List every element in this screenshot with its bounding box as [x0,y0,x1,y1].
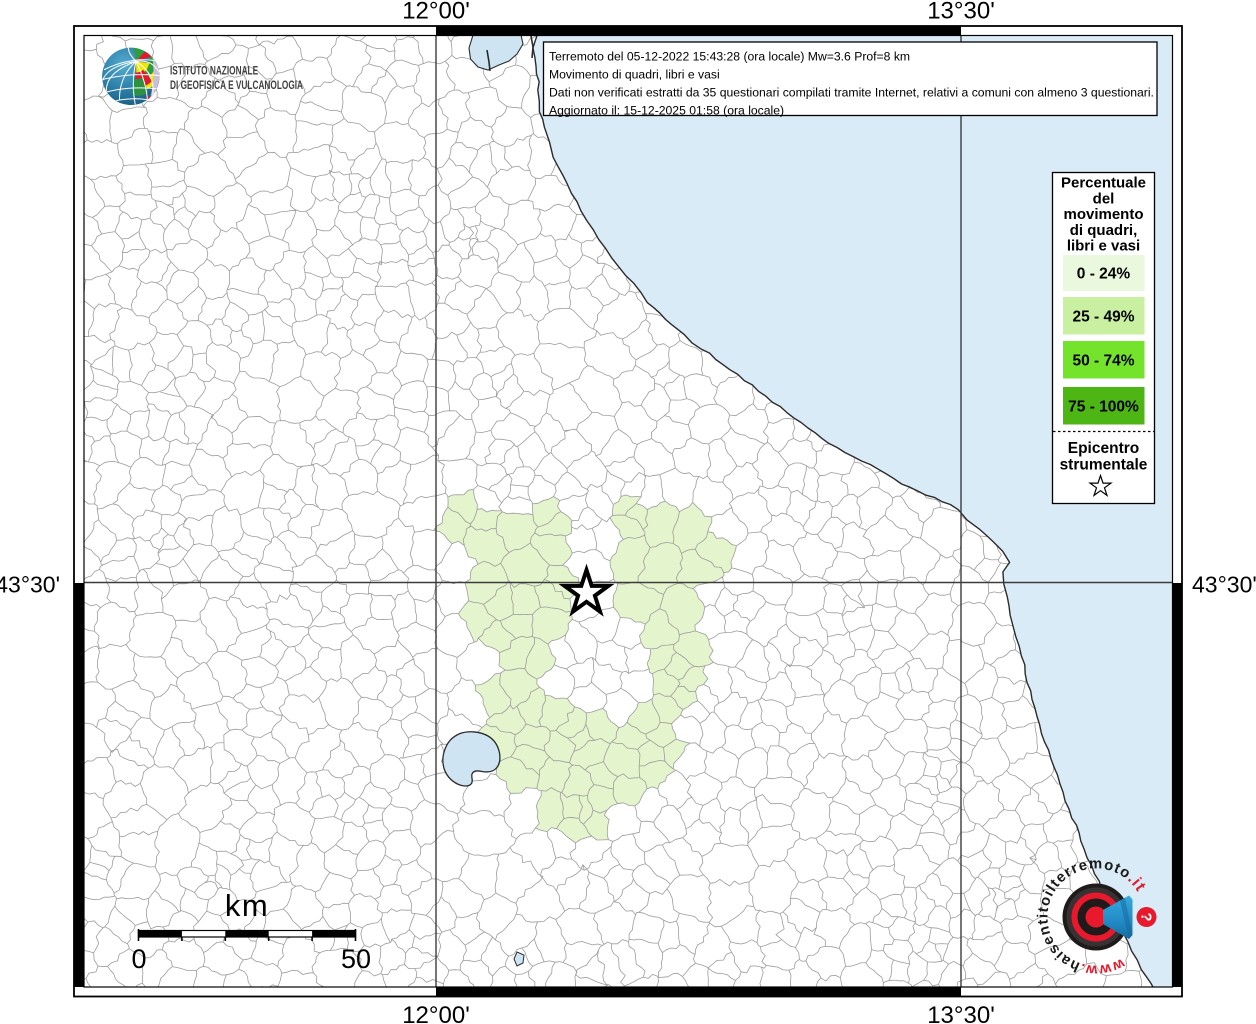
svg-text:12°00': 12°00' [402,0,470,25]
svg-text:DI GEOFISICA E VULCANOLOGIA: DI GEOFISICA E VULCANOLOGIA [170,80,303,93]
svg-text:strumentale: strumentale [1060,457,1148,474]
svg-text:50 - 74%: 50 - 74% [1072,353,1134,370]
svg-text:25 - 49%: 25 - 49% [1072,309,1134,326]
svg-text:ISTITUTO NAZIONALE: ISTITUTO NAZIONALE [170,65,258,78]
svg-text:Dati non verificati estratti d: Dati non verificati estratti da 35 quest… [549,86,1154,100]
svg-text:movimento: movimento [1063,206,1143,223]
svg-text:libri e vasi: libri e vasi [1067,238,1140,255]
svg-text:di quadri,: di quadri, [1070,222,1138,239]
svg-text:Percentuale: Percentuale [1061,175,1146,192]
svg-text:75 - 100%: 75 - 100% [1068,399,1139,416]
svg-text:13°30': 13°30' [927,0,995,25]
svg-text:Terremoto del 05-12-2022 15:43: Terremoto del 05-12-2022 15:43:28 (ora l… [549,50,910,64]
svg-text:del: del [1093,190,1115,207]
svg-text:Movimento di quadri, libri e v: Movimento di quadri, libri e vasi [549,68,720,82]
svg-text:Aggiornato il: 15-12-2025 01:5: Aggiornato il: 15-12-2025 01:58 (ora loc… [549,104,784,118]
svg-text:km: km [225,888,269,923]
svg-text:13°30': 13°30' [927,1002,995,1024]
svg-text:Epicentro: Epicentro [1068,440,1139,457]
svg-text:?: ? [1137,912,1154,921]
svg-text:0 - 24%: 0 - 24% [1077,266,1131,283]
svg-text:12°00': 12°00' [402,1002,470,1024]
svg-text:0: 0 [131,944,146,974]
svg-text:50: 50 [341,944,371,974]
svg-text:43°30': 43°30' [1192,572,1256,598]
svg-text:43°30': 43°30' [0,572,60,598]
